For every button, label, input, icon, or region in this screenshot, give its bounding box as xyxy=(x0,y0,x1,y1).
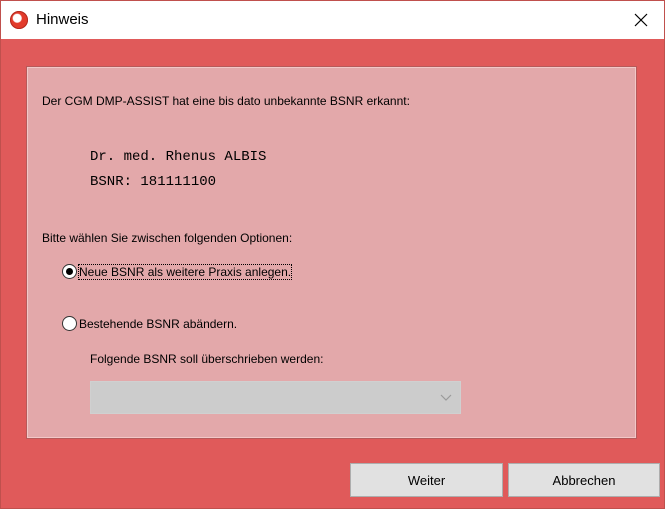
radio-new-bsnr[interactable] xyxy=(62,264,77,279)
overwrite-label: Folgende BSNR soll überschrieben werden: xyxy=(90,352,324,366)
overwrite-bsnr-select[interactable] xyxy=(90,381,461,414)
option-new-bsnr-label: Neue BSNR als weitere Praxis anlegen. xyxy=(77,263,293,280)
info-message: Der CGM DMP-ASSIST hat eine bis dato unb… xyxy=(42,94,410,108)
cancel-button[interactable]: Abbrechen xyxy=(508,463,660,497)
content-panel: Der CGM DMP-ASSIST hat eine bis dato unb… xyxy=(26,66,637,439)
option-new-bsnr[interactable]: Neue BSNR als weitere Praxis anlegen. xyxy=(62,263,293,280)
options-prompt: Bitte wählen Sie zwischen folgenden Opti… xyxy=(42,231,293,245)
dialog-window: Hinweis Der CGM DMP-ASSIST hat eine bis … xyxy=(0,0,665,509)
doctor-name: Dr. med. Rhenus ALBIS xyxy=(90,149,267,165)
bsnr-value: BSNR: 181111100 xyxy=(90,174,217,190)
next-button[interactable]: Weiter xyxy=(350,463,503,497)
option-change-bsnr-label: Bestehende BSNR abändern. xyxy=(79,316,238,331)
chevron-down-icon xyxy=(440,394,452,401)
close-button[interactable] xyxy=(618,1,664,39)
radio-change-bsnr[interactable] xyxy=(62,316,77,331)
title-bar: Hinweis xyxy=(1,1,664,39)
app-logo-icon xyxy=(10,11,28,29)
close-icon xyxy=(634,13,648,27)
dialog-title: Hinweis xyxy=(36,11,89,28)
option-change-bsnr[interactable]: Bestehende BSNR abändern. xyxy=(62,316,237,331)
